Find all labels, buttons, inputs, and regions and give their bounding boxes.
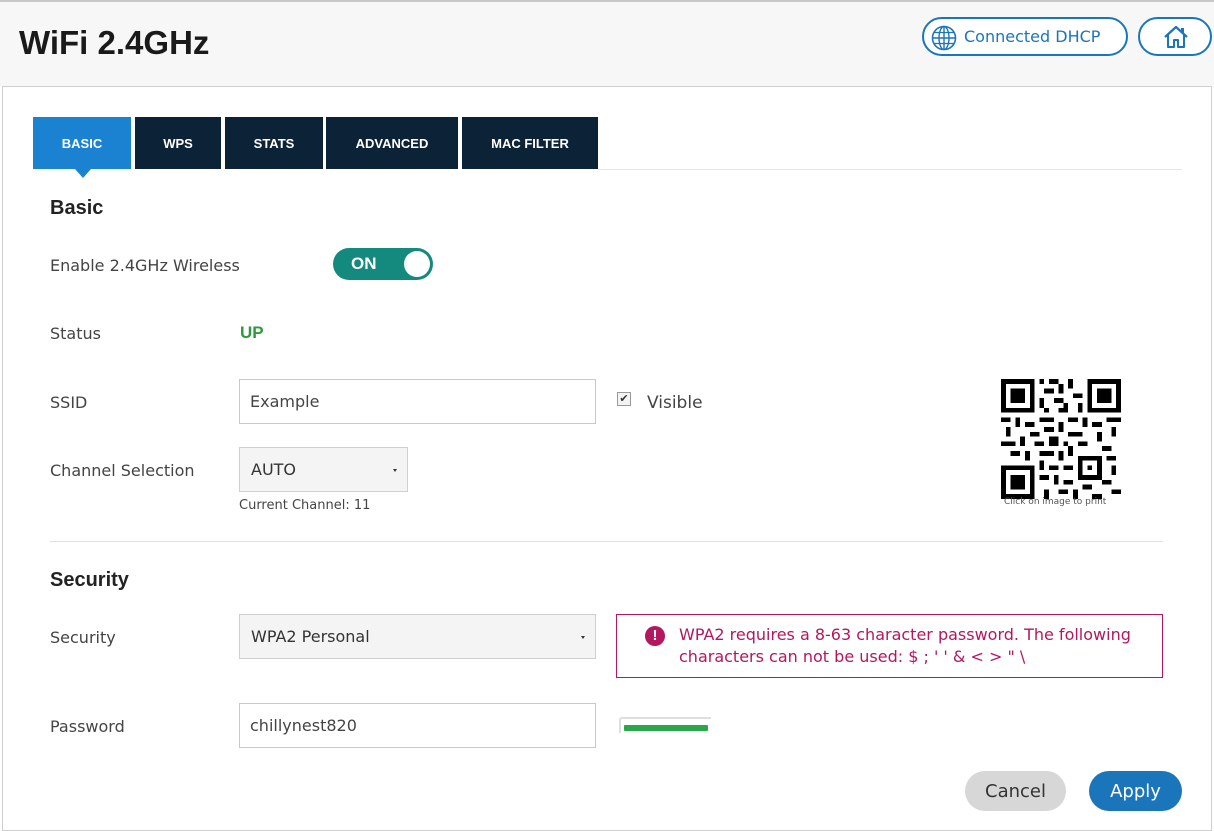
tab-wps[interactable]: WPS xyxy=(135,117,221,169)
channel-select[interactable]: AUTO xyxy=(239,447,408,492)
apply-button[interactable]: Apply xyxy=(1089,771,1182,811)
tab-wps-label: WPS xyxy=(163,135,193,151)
visible-label: Visible xyxy=(647,393,703,413)
password-warning-text: WPA2 requires a 8-63 character password.… xyxy=(679,625,1131,666)
security-section-title: Security xyxy=(50,569,129,591)
page-title: WiFi 2.4GHz xyxy=(19,24,210,61)
tab-stats[interactable]: STATS xyxy=(225,117,323,169)
password-warning-box: ! WPA2 requires a 8-63 character passwor… xyxy=(616,614,1163,678)
current-channel-text: Current Channel: 11 xyxy=(239,498,371,513)
chevron-down-icon xyxy=(581,636,585,639)
info-icon: ! xyxy=(645,626,665,646)
security-select-value: WPA2 Personal xyxy=(251,627,370,646)
basic-section-title: Basic xyxy=(50,197,104,219)
tab-advanced-label: ADVANCED xyxy=(355,135,429,151)
tab-advanced[interactable]: ADVANCED xyxy=(326,117,458,169)
security-select[interactable]: WPA2 Personal xyxy=(239,614,596,659)
tab-mac-filter-label: MAC FILTER xyxy=(491,135,569,151)
toggle-state-text: ON xyxy=(351,254,377,273)
tab-mac-filter[interactable]: MAC FILTER xyxy=(462,117,598,169)
password-strength-bar xyxy=(624,725,708,731)
tab-stats-label: STATS xyxy=(253,135,295,151)
section-divider xyxy=(50,541,1163,542)
home-icon xyxy=(1164,25,1188,48)
enable-wireless-label: Enable 2.4GHz Wireless xyxy=(50,256,240,275)
globe-icon xyxy=(931,25,957,51)
status-value: UP xyxy=(240,323,264,342)
tab-basic[interactable]: BASIC xyxy=(33,117,131,178)
channel-selection-label: Channel Selection xyxy=(50,461,195,480)
cancel-button[interactable]: Cancel xyxy=(965,771,1066,811)
channel-select-value: AUTO xyxy=(251,460,297,479)
home-button[interactable] xyxy=(1138,17,1212,56)
ssid-label: SSID xyxy=(50,393,88,412)
security-label: Security xyxy=(50,628,116,647)
connection-status-button[interactable]: Connected DHCP xyxy=(922,17,1128,56)
ssid-input[interactable]: Example xyxy=(239,379,596,424)
password-strength-meter xyxy=(619,717,711,733)
visible-checkbox[interactable]: ✔ xyxy=(617,392,631,406)
connection-status-label: Connected DHCP xyxy=(964,27,1101,46)
status-label: Status xyxy=(50,324,101,343)
toggle-knob xyxy=(404,251,430,277)
password-label: Password xyxy=(50,717,125,736)
tab-underline xyxy=(598,169,1182,170)
top-bar: WiFi 2.4GHz Connected DHCP xyxy=(0,0,1214,86)
wifi-qr-code[interactable] xyxy=(1001,379,1121,499)
tab-basic-label: BASIC xyxy=(61,135,103,151)
password-input[interactable]: chillynest820 xyxy=(239,703,596,748)
qr-caption: Click on image to print xyxy=(1004,497,1107,507)
enable-wireless-toggle[interactable]: ON xyxy=(333,248,433,280)
chevron-down-icon xyxy=(393,469,397,472)
